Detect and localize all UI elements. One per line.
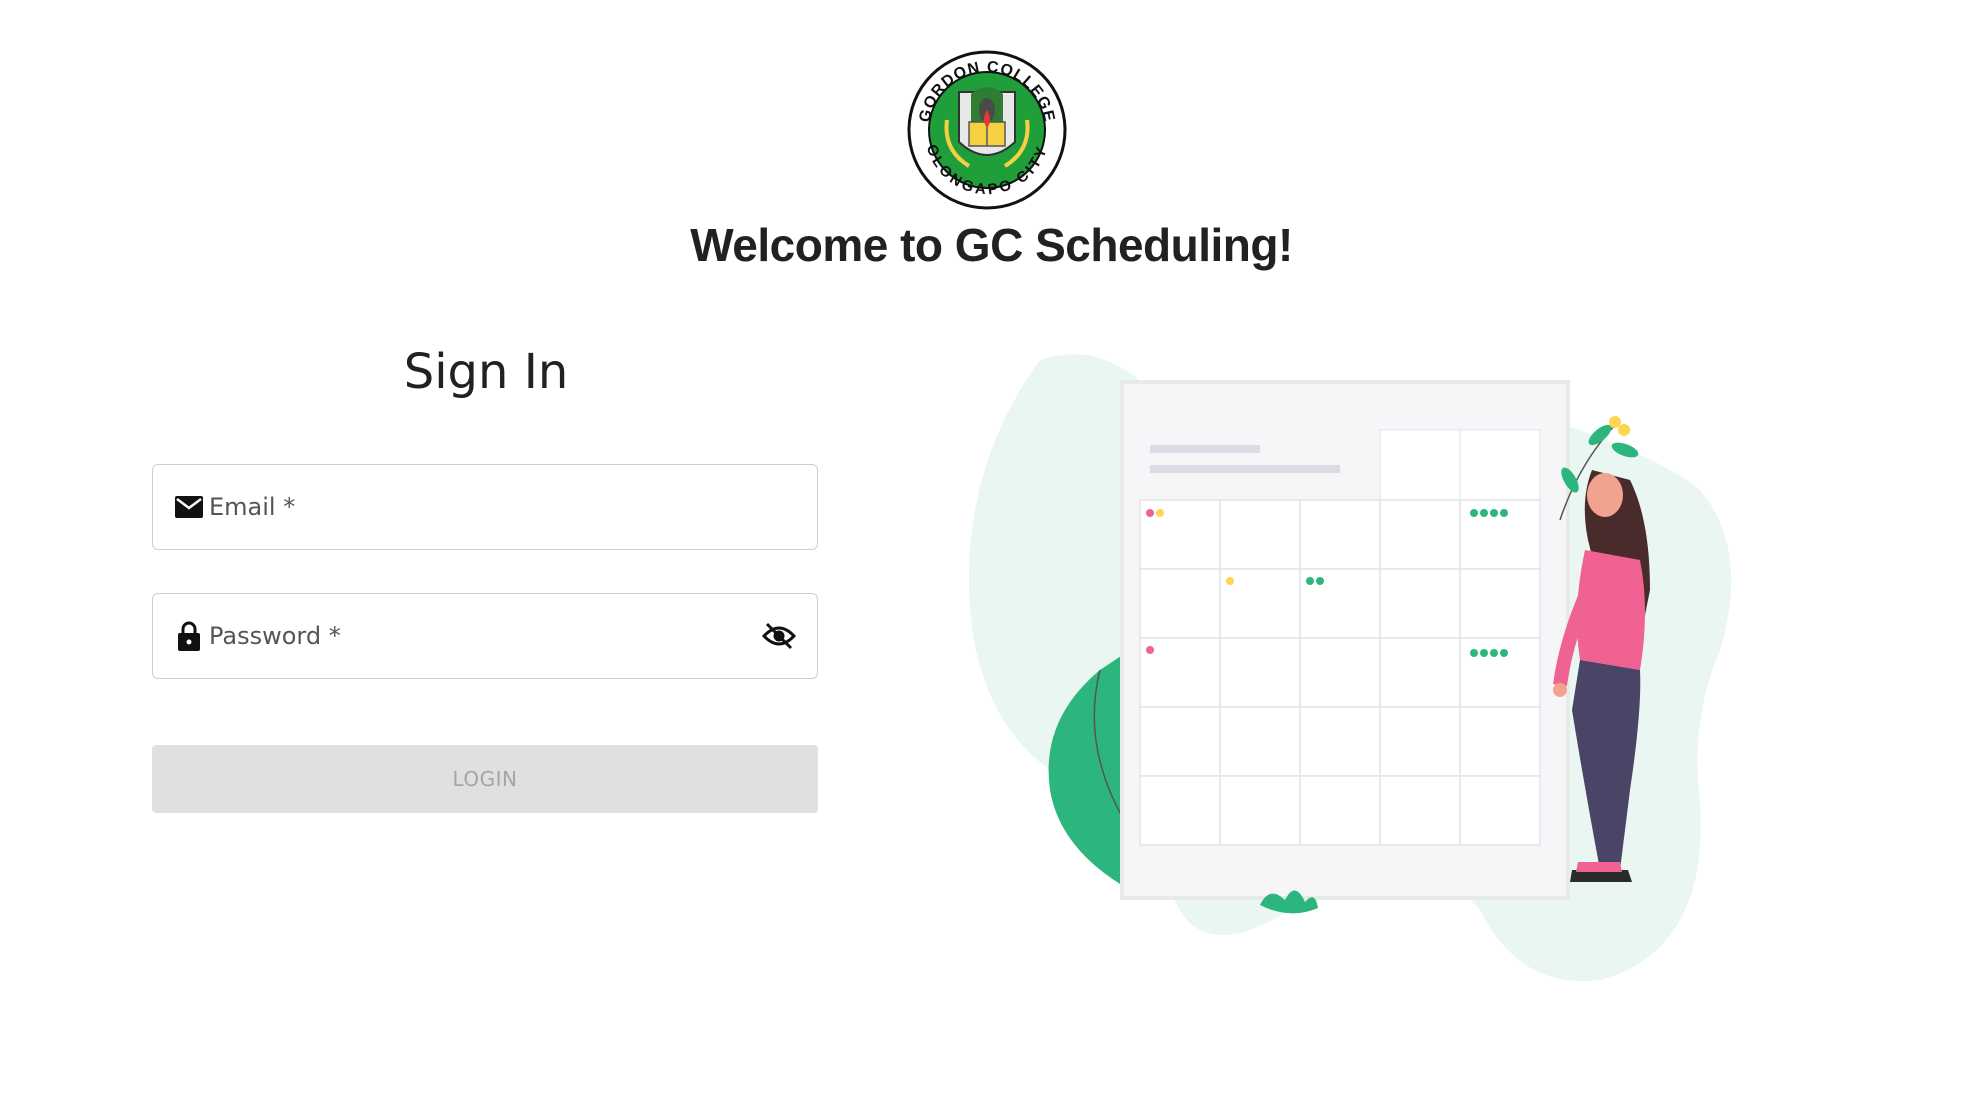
password-input[interactable] <box>205 593 759 679</box>
page-title: Welcome to GC Scheduling! <box>690 219 1293 271</box>
login-page: GORDON COLLEGE OLONGAPO CITY Welcome to … <box>0 0 1983 1099</box>
email-input[interactable] <box>205 464 817 550</box>
mail-icon <box>173 491 205 523</box>
lock-icon <box>173 620 205 652</box>
email-field[interactable] <box>152 464 818 550</box>
gordon-college-logo: GORDON COLLEGE OLONGAPO CITY <box>907 50 1067 210</box>
login-button[interactable]: LOGIN <box>152 745 818 813</box>
signin-heading: Sign In <box>403 344 569 400</box>
eye-off-icon[interactable] <box>759 616 799 656</box>
calendar-illustration <box>960 350 1740 990</box>
password-field[interactable] <box>152 593 818 679</box>
